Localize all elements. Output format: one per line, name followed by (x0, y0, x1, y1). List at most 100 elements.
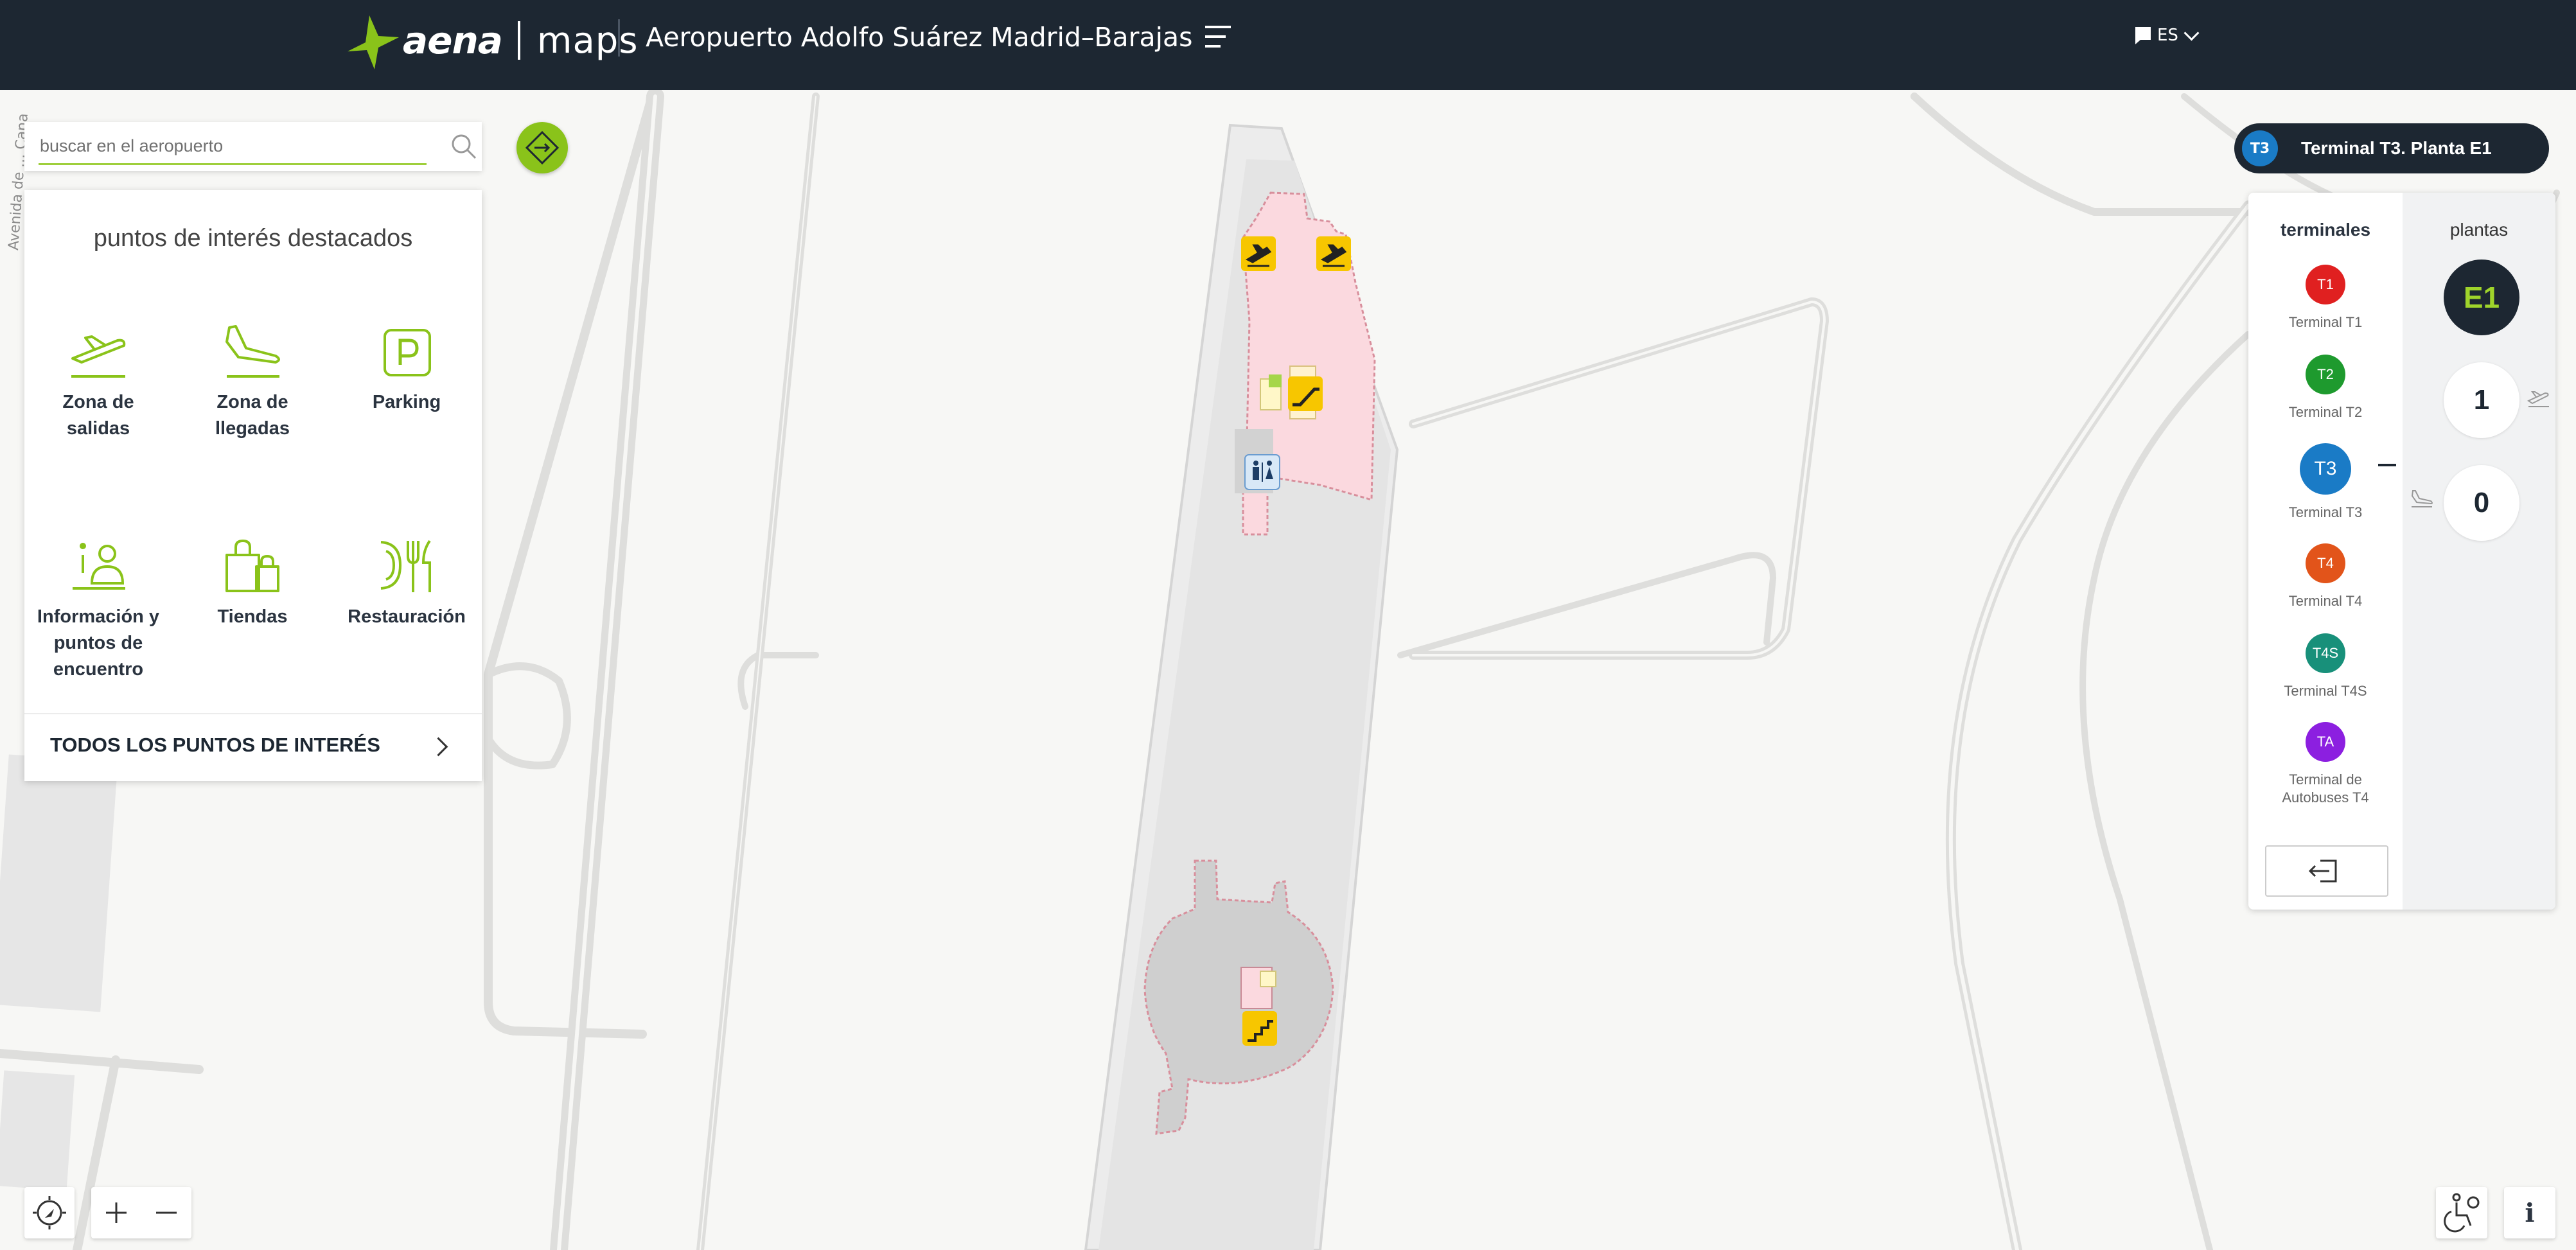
language-selector[interactable]: ES (2134, 24, 2200, 45)
plus-icon[interactable] (91, 1187, 141, 1238)
road (484, 662, 571, 770)
escalator-marker[interactable] (1288, 376, 1323, 411)
floors-header: plantas (2449, 220, 2509, 240)
floors-column: plantas E1 1 0 (2403, 193, 2555, 910)
building-block (0, 1070, 75, 1191)
restroom-marker[interactable] (1244, 454, 1280, 490)
aena-logo-icon (348, 15, 399, 69)
current-terminal-floor: Terminal T3. Planta E1 (2301, 138, 2492, 158)
terminal-badge: T4S (2306, 633, 2345, 673)
road (2079, 331, 2252, 1250)
poi-departures[interactable]: Zona de salidas (24, 325, 172, 442)
stairs-marker[interactable] (1242, 1011, 1277, 1046)
arrivals-icon (225, 325, 280, 378)
terminal-name: Terminal T2 (2288, 404, 2363, 420)
logo-maps: maps (536, 19, 639, 62)
airport-title: Aeropuerto Adolfo Suárez Madrid–Barajas (646, 22, 1193, 53)
poi-label: Zona de llegadas (215, 392, 290, 439)
terminal-name: Terminal T4 (2288, 593, 2363, 609)
all-poi-link[interactable]: TODOS LOS PUNTOS DE INTERÉS (50, 734, 380, 757)
poi-panel-title: puntos de interés destacados (93, 225, 413, 252)
terminals-column: terminales T1 Terminal T1 T2 Terminal T2… (2248, 193, 2403, 910)
terminal-badge: T4 (2306, 543, 2345, 583)
poi-arrivals[interactable]: Zona de llegadas (179, 322, 326, 442)
chevron-down-icon (2183, 24, 2200, 41)
parking-icon (384, 329, 431, 376)
poi-area (1242, 487, 1269, 536)
terminal-option-t3[interactable]: T3 Terminal T3 (2248, 443, 2403, 522)
departures-icon (71, 335, 126, 378)
floor-button-e1[interactable]: E1 (2444, 260, 2519, 335)
terminal-option-ta[interactable]: TA Terminal de Autobuses T4 (2248, 722, 2403, 807)
terminal-floor-panel: terminales T1 Terminal T1 T2 Terminal T2… (2248, 193, 2555, 910)
terminal-option-t4s[interactable]: T4S Terminal T4S (2248, 633, 2403, 700)
road (1397, 552, 1776, 658)
zoom-controls (91, 1187, 191, 1238)
terminal-badge: T3 (2300, 443, 2351, 495)
poi-label: Información y puntos de encuentro (37, 606, 160, 680)
restroom-icon (1253, 461, 1273, 482)
app-header: aena maps Aeropuerto Adolfo Suárez Madri… (0, 0, 2576, 90)
language-label: ES (2157, 26, 2178, 45)
exit-icon (2308, 859, 2337, 883)
arrivals-icon (2411, 490, 2433, 507)
accessibility-icon (2444, 1193, 2480, 1233)
poi-shops[interactable]: Tiendas (179, 537, 326, 630)
road (0, 1049, 204, 1074)
locate-button[interactable] (24, 1187, 75, 1238)
terminal-name: Terminal T1 (2288, 314, 2363, 330)
terminal-badge: TA (2306, 722, 2345, 762)
poi-label: Restauración (348, 606, 466, 627)
terminal-badge: T1 (2306, 265, 2345, 304)
directions-icon (525, 130, 560, 165)
poi-label: Zona de salidas (62, 392, 134, 439)
terminal-name: Terminal T4S (2284, 683, 2367, 699)
aena-logo[interactable]: aena maps (344, 12, 639, 69)
terminal-option-t2[interactable]: T2 Terminal T2 (2248, 355, 2403, 421)
speech-bubble-icon (2135, 27, 2151, 44)
terminal-name: Terminal T3 (2288, 504, 2363, 520)
hamburger-menu-icon[interactable] (1205, 26, 1231, 54)
poi-label: Tiendas (217, 606, 288, 627)
terminal-floor-toggle[interactable]: T3 Terminal T3. Planta E1 (2234, 123, 2549, 173)
terminal-badge: T3 (2242, 130, 2278, 166)
terminal-name: Terminal de Autobuses T4 (2282, 771, 2369, 805)
poi-label: Parking (372, 392, 441, 412)
poi-restaurants[interactable]: Restauración (333, 537, 481, 630)
logo-word: aena (403, 19, 503, 62)
shopping-icon (225, 540, 279, 592)
floor-button-1[interactable]: 1 (2444, 362, 2519, 438)
minus-icon[interactable] (141, 1187, 191, 1238)
search-input[interactable] (39, 128, 427, 165)
terminals-header: terminales (2280, 220, 2371, 240)
road (1945, 200, 2254, 1250)
departures-icon (2527, 391, 2549, 407)
restaurant-icon (380, 540, 431, 592)
divider (24, 713, 482, 714)
header-divider (618, 19, 620, 57)
poi-information[interactable]: Información y puntos de encuentro (24, 537, 172, 683)
search-icon[interactable] (450, 132, 478, 161)
departures-marker[interactable] (1316, 236, 1351, 271)
exit-building-button[interactable] (2265, 845, 2388, 897)
chevron-right-icon[interactable] (428, 737, 448, 757)
accessibility-button[interactable] (2436, 1187, 2487, 1238)
road (484, 92, 657, 1039)
shop-block (1269, 374, 1282, 387)
search-box (24, 122, 482, 171)
building-block (0, 754, 118, 1012)
road (1409, 297, 1829, 660)
shop-block (1260, 971, 1276, 987)
active-terminal-indicator (2378, 464, 2396, 466)
poi-parking[interactable]: Parking (333, 325, 481, 416)
info-button[interactable]: i (2504, 1187, 2555, 1238)
terminal-badge: T2 (2306, 355, 2345, 394)
logo-divider (517, 21, 520, 60)
route-button[interactable] (516, 122, 568, 173)
departures-marker[interactable] (1241, 236, 1276, 271)
terminal-option-t1[interactable]: T1 Terminal T1 (2248, 265, 2403, 331)
terminal-option-t4[interactable]: T4 Terminal T4 (2248, 543, 2403, 610)
compass-icon (33, 1196, 66, 1229)
floor-button-0[interactable]: 0 (2444, 465, 2519, 541)
poi-panel: puntos de interés destacados Zona de sali… (24, 190, 482, 781)
